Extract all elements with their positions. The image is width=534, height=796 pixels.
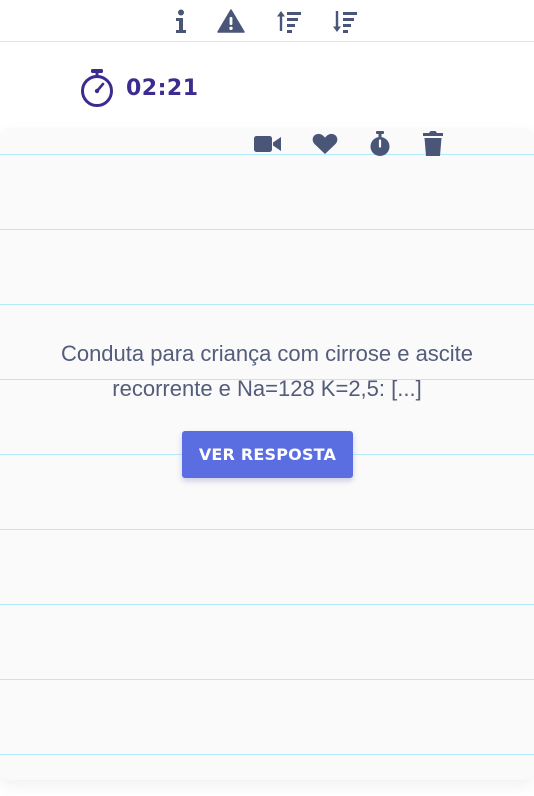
- info-icon[interactable]: [167, 8, 195, 34]
- sort-descending-icon[interactable]: [331, 8, 359, 34]
- trash-icon[interactable]: [421, 130, 445, 158]
- stopwatch-icon: [81, 69, 113, 107]
- warning-icon[interactable]: [217, 8, 245, 34]
- heart-icon[interactable]: [311, 130, 339, 158]
- timer: 02:21: [80, 68, 199, 108]
- stopwatch-icon[interactable]: [368, 130, 392, 158]
- question-text: Conduta para criança com cirrose e ascit…: [60, 341, 474, 401]
- timer-value: 02:21: [126, 75, 199, 101]
- card-actions: [253, 130, 453, 158]
- show-answer-button[interactable]: VER RESPOSTA: [182, 431, 353, 478]
- top-toolbar: [0, 0, 534, 42]
- video-icon[interactable]: [253, 130, 283, 158]
- sort-ascending-icon[interactable]: [275, 8, 303, 34]
